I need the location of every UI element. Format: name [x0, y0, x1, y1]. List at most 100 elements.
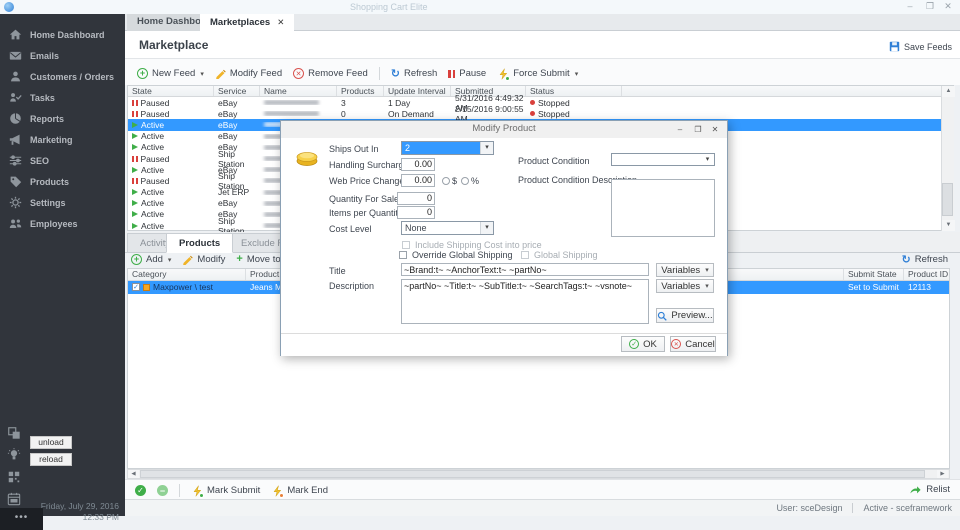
description-field[interactable]: ~partNo~ ~Title:t~ ~SubTitle:t~ ~SearchT… [401, 279, 649, 324]
column-name[interactable]: Name [260, 86, 337, 96]
refresh-products-button[interactable]: ↻Refresh [902, 254, 948, 265]
product-condition-desc-field[interactable] [611, 179, 715, 237]
refresh-icon: ↻ [391, 69, 400, 79]
tab-products[interactable]: Products [166, 233, 233, 253]
windows-icon[interactable] [7, 426, 21, 440]
sidebar-item-marketing[interactable]: Marketing [0, 129, 125, 150]
products-horizontal-scrollbar[interactable]: ◀ ▶ [127, 469, 950, 479]
sidebar-item-products[interactable]: Products [0, 171, 125, 192]
grid-icon[interactable] [7, 470, 21, 484]
hscroll-thumb[interactable] [140, 470, 925, 478]
sidebar-item-label: Emails [30, 51, 59, 61]
cancel-x-icon: ✕ [671, 339, 681, 349]
product-condition-combobox[interactable]: ▾ [611, 153, 715, 166]
sidebar-item-seo[interactable]: SEO [0, 150, 125, 171]
sidebar-item-home-dashboard[interactable]: Home Dashboard [0, 24, 125, 45]
sidebar-item-customers-orders[interactable]: Customers / Orders [0, 66, 125, 87]
tab-close-icon[interactable]: ✕ [277, 17, 284, 27]
sidebar-item-settings[interactable]: Settings [0, 192, 125, 213]
feed-row[interactable]: PausedeBay0On Demand2/15/2016 9:00:55 AM… [128, 108, 953, 119]
scroll-right-icon[interactable]: ▶ [937, 470, 948, 478]
feed-row[interactable]: PausedeBay31 Day5/31/2016 4:49:32 AMStop… [128, 97, 953, 108]
dialog-minimize-button[interactable]: – [673, 123, 687, 136]
preview-button[interactable]: Preview... [656, 308, 714, 323]
cancel-button[interactable]: ✕Cancel [670, 336, 716, 352]
column-products[interactable]: Products [337, 86, 384, 96]
feed-scroll-thumb[interactable] [942, 183, 953, 216]
ok-button[interactable]: ✓OK [621, 336, 665, 352]
modify-product-dialog: Modify Product – ❐ ✕ Ships Out In 2▾ Han… [280, 120, 728, 356]
bulb-icon[interactable] [7, 448, 21, 462]
modify-feed-button[interactable]: Modify Feed [215, 68, 282, 79]
web-price-field[interactable]: 0.00 [401, 174, 435, 187]
dialog-title: Modify Product [281, 121, 727, 138]
include-shipping-label: Include Shipping Cost into price [415, 240, 542, 250]
dollar-radio[interactable] [442, 177, 450, 185]
sidebar-item-reports[interactable]: Reports [0, 108, 125, 129]
unload-button[interactable]: unload [30, 436, 72, 449]
column-state[interactable]: State [128, 86, 214, 96]
global-shipping-checkbox [521, 251, 529, 259]
scroll-down-icon[interactable]: ▼ [942, 220, 955, 231]
sidebar-item-tasks[interactable]: Tasks [0, 87, 125, 108]
minus-circle-button[interactable]: − [157, 485, 168, 496]
title-label: Title [329, 266, 346, 276]
items-per-quantity-field[interactable]: 0 [397, 206, 435, 219]
mail-icon [9, 49, 22, 62]
sidebar-item-employees[interactable]: Employees [0, 213, 125, 234]
tab-marketplaces[interactable]: Marketplaces✕ [200, 14, 294, 32]
scroll-left-icon[interactable]: ◀ [128, 470, 139, 478]
pie-icon [9, 112, 22, 125]
window-restore-button[interactable]: ❐ [922, 0, 938, 14]
gear-icon [9, 196, 22, 209]
check-circle-button[interactable]: ✓ [135, 485, 146, 496]
category-icon [143, 284, 150, 291]
force-submit-button[interactable]: Force Submit▾ [497, 68, 578, 80]
ships-out-combobox[interactable]: 2▾ [401, 141, 494, 155]
save-feeds-button[interactable]: Save Feeds [889, 40, 952, 53]
refresh-feed-button[interactable]: ↻Refresh [391, 68, 437, 79]
cost-level-combobox[interactable]: None▾ [401, 221, 494, 235]
lightning-icon [191, 485, 203, 497]
description-variables-button[interactable]: Variables▾ [656, 279, 714, 293]
play-icon [132, 133, 138, 139]
floppy-icon [889, 41, 900, 52]
modify-product-button[interactable]: Modify [182, 254, 225, 265]
cost-level-label: Cost Level [329, 224, 372, 234]
remove-feed-button[interactable]: ✕Remove Feed [293, 68, 368, 79]
toolbar-separator [379, 67, 380, 80]
play-icon [132, 223, 138, 229]
title-variables-button[interactable]: Variables▾ [656, 263, 714, 277]
title-field[interactable]: ~Brand:t~ ~AnchorText:t~ ~partNo~ [401, 263, 649, 276]
override-shipping-checkbox[interactable] [399, 251, 407, 259]
dialog-restore-button[interactable]: ❐ [691, 123, 705, 136]
sidebar-item-emails[interactable]: Emails [0, 45, 125, 66]
add-product-button[interactable]: +Add▾ [131, 254, 171, 265]
pause-feed-button[interactable]: Pause [448, 68, 486, 79]
window-minimize-button[interactable]: – [902, 0, 918, 14]
mark-end-button[interactable]: Mark End [271, 485, 328, 497]
window-titlebar: Shopping Cart Elite – ❐ ✕ [0, 0, 960, 14]
sidebar-more-button[interactable]: ••• [0, 508, 43, 530]
new-feed-button[interactable]: +New Feed▾ [137, 68, 204, 79]
magnifier-icon [657, 311, 667, 321]
ships-out-label: Ships Out In [329, 144, 379, 154]
dialog-close-button[interactable]: ✕ [708, 123, 722, 136]
mark-submit-button[interactable]: Mark Submit [191, 485, 260, 497]
window-close-button[interactable]: ✕ [940, 0, 956, 14]
reload-button[interactable]: reload [30, 453, 72, 466]
items-per-quantity-label: Items per Quantity [329, 208, 403, 218]
column-service[interactable]: Service [214, 86, 260, 96]
column-update-interval[interactable]: Update Interval [384, 86, 451, 96]
sidebar-item-label: Products [30, 177, 69, 187]
checkbox-checked-icon[interactable]: ✓ [132, 283, 140, 291]
column-status[interactable]: Status [526, 86, 622, 96]
column-filler[interactable] [622, 86, 940, 96]
relist-button[interactable]: Relist [909, 484, 950, 495]
percent-radio[interactable] [461, 177, 469, 185]
handling-surcharge-field[interactable]: 0.00 [401, 158, 435, 171]
play-icon [132, 211, 138, 217]
quantity-for-sale-field[interactable]: 0 [397, 192, 435, 205]
play-icon [132, 144, 138, 150]
scroll-up-icon[interactable]: ▲ [942, 86, 955, 97]
